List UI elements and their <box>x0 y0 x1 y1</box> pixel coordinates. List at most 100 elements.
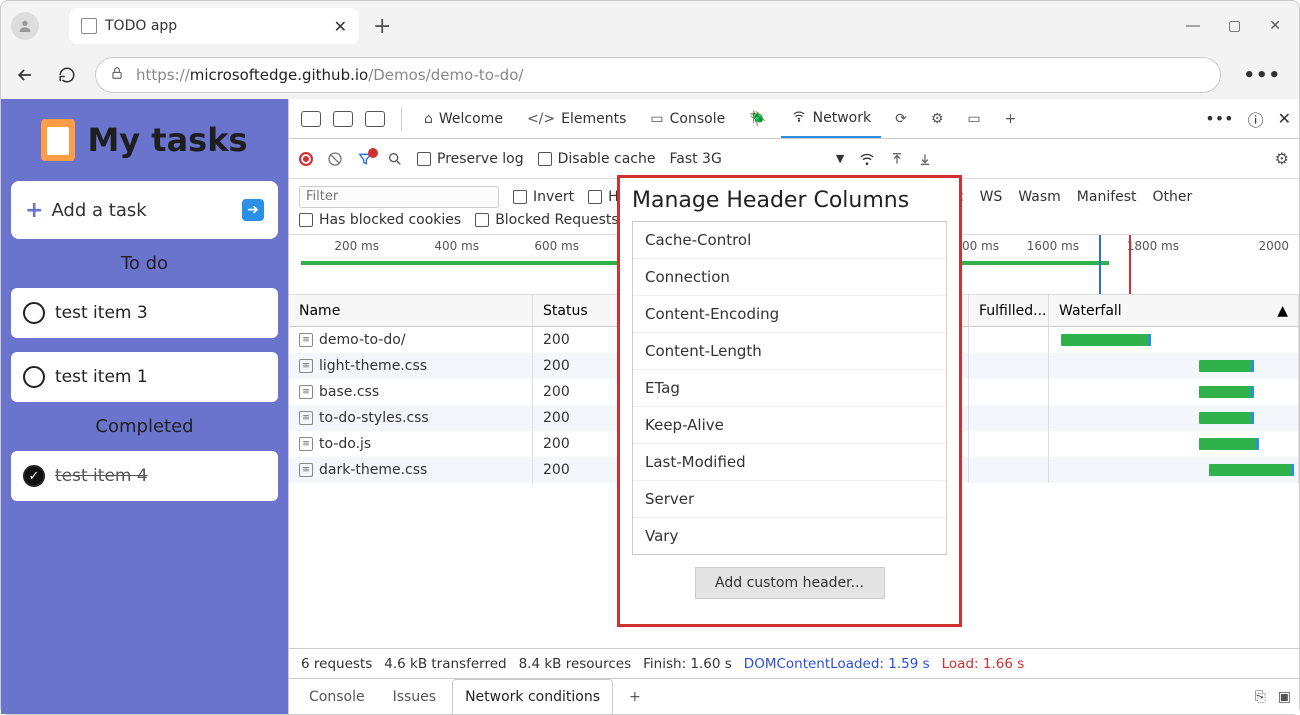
new-tab-button[interactable]: + <box>373 14 391 39</box>
preserve-log-checkbox[interactable]: Preserve log <box>417 151 524 167</box>
checkbox-icon[interactable] <box>23 302 45 324</box>
tab-debug[interactable]: 🪲 <box>739 99 776 138</box>
chevron-down-icon[interactable]: ▼ <box>836 152 844 165</box>
header-column-option[interactable]: Content-Length <box>633 332 946 369</box>
header-column-option[interactable]: Vary <box>633 517 946 554</box>
request-status: 200 <box>533 379 621 405</box>
filter-icon[interactable] <box>357 151 373 167</box>
completed-heading: Completed <box>11 416 278 437</box>
tab-settings[interactable]: ⚙ <box>921 99 954 138</box>
network-status-bar: 6 requests 4.6 kB transferred 8.4 kB res… <box>289 648 1299 678</box>
browser-tab[interactable]: TODO app ✕ <box>69 8 359 44</box>
device-toolbar-icon[interactable] <box>333 111 353 127</box>
lock-icon <box>110 65 124 85</box>
network-settings-icon[interactable]: ⚙ <box>1275 149 1289 168</box>
checkbox-icon[interactable] <box>23 366 45 388</box>
throttle-select[interactable]: Fast 3G <box>669 151 721 167</box>
close-tab-icon[interactable]: ✕ <box>334 17 347 36</box>
maximize-button[interactable]: ▢ <box>1228 18 1241 34</box>
tab-app[interactable]: ▭ <box>957 99 990 138</box>
search-icon[interactable] <box>387 151 403 167</box>
type-filter[interactable]: Other <box>1153 189 1193 205</box>
request-name: to-do-styles.css <box>319 410 429 426</box>
record-button[interactable] <box>299 152 313 166</box>
back-button[interactable] <box>11 61 39 89</box>
column-fulfilled[interactable]: Fulfilled... <box>969 295 1049 326</box>
header-column-option[interactable]: ETag <box>633 369 946 406</box>
minimize-button[interactable]: ― <box>1186 18 1200 34</box>
add-custom-header-button[interactable]: Add custom header... <box>695 567 885 599</box>
drawer-action-icon[interactable]: ⎘ <box>1255 689 1266 705</box>
column-waterfall[interactable]: Waterfall▲ <box>1049 295 1299 326</box>
request-name: light-theme.css <box>319 358 427 374</box>
todo-app: My tasks + Add a task ➜ To do test item … <box>1 99 288 714</box>
gear-icon: ⚙ <box>931 111 944 127</box>
tab-title: TODO app <box>105 18 326 34</box>
header-column-option[interactable]: Content-Encoding <box>633 295 946 332</box>
upload-icon[interactable] <box>890 151 904 167</box>
header-column-option[interactable]: Cache-Control <box>633 221 946 258</box>
tab-welcome[interactable]: ⌂Welcome <box>414 99 513 138</box>
type-filter[interactable]: WS <box>980 189 1003 205</box>
add-task-button[interactable]: + Add a task ➜ <box>11 181 278 239</box>
tab-more[interactable]: + <box>995 99 1027 138</box>
request-status: 200 <box>533 405 621 431</box>
tab-network[interactable]: Network <box>781 99 881 138</box>
dock-icon[interactable] <box>365 111 385 127</box>
header-column-option[interactable]: Connection <box>633 258 946 295</box>
has-blocked-cookies-checkbox[interactable]: Has blocked cookies <box>299 212 461 228</box>
bug-icon: 🪲 <box>749 111 766 127</box>
column-status[interactable]: Status <box>533 295 621 326</box>
checkbox-checked-icon[interactable] <box>23 465 45 487</box>
header-column-option[interactable]: Keep-Alive <box>633 406 946 443</box>
task-item-done[interactable]: test item 4 <box>11 451 278 501</box>
tab-elements[interactable]: </>Elements <box>517 99 636 138</box>
hide-data-checkbox[interactable]: H <box>588 189 619 205</box>
task-item[interactable]: test item 3 <box>11 288 278 338</box>
clear-button[interactable] <box>327 151 343 167</box>
tab-perf[interactable]: ⟳ <box>885 99 917 138</box>
console-icon: ▭ <box>650 111 663 127</box>
download-icon[interactable] <box>918 151 932 167</box>
drawer-expand-icon[interactable]: ▣ <box>1278 689 1291 705</box>
type-filter[interactable]: Wasm <box>1018 189 1060 205</box>
tab-favicon <box>81 18 97 34</box>
file-icon: ≡ <box>299 437 313 451</box>
app-icon: ▭ <box>967 111 980 127</box>
disable-cache-checkbox[interactable]: Disable cache <box>538 151 656 167</box>
task-item[interactable]: test item 1 <box>11 352 278 402</box>
column-name[interactable]: Name <box>289 295 533 326</box>
filter-input[interactable] <box>299 186 499 208</box>
header-column-option[interactable]: Server <box>633 480 946 517</box>
type-filter[interactable]: Manifest <box>1077 189 1137 205</box>
request-name: demo-to-do/ <box>319 332 406 348</box>
elements-icon: </> <box>527 111 555 127</box>
file-icon: ≡ <box>299 333 313 347</box>
more-tools-button[interactable]: ••• <box>1205 109 1233 128</box>
tab-console[interactable]: ▭Console <box>640 99 735 138</box>
drawer-add-tab[interactable]: + <box>617 679 653 714</box>
refresh-button[interactable] <box>53 61 81 89</box>
request-status: 200 <box>533 457 621 483</box>
header-column-option[interactable]: Last-Modified <box>633 443 946 480</box>
address-bar[interactable]: https://microsoftedge.github.io/Demos/de… <box>95 57 1221 93</box>
drawer-tab-console[interactable]: Console <box>297 679 377 714</box>
profile-avatar[interactable] <box>11 12 39 40</box>
invert-checkbox[interactable]: Invert <box>513 189 574 205</box>
network-icon <box>791 109 807 127</box>
wifi-settings-icon[interactable] <box>858 151 876 167</box>
inspect-icon[interactable] <box>301 111 321 127</box>
drawer-tab-network-conditions[interactable]: Network conditions <box>452 679 613 714</box>
plus-icon: + <box>25 198 43 223</box>
browser-menu-button[interactable]: ••• <box>1235 65 1289 86</box>
blocked-requests-checkbox[interactable]: Blocked Requests <box>475 212 618 228</box>
request-name: base.css <box>319 384 379 400</box>
submit-icon[interactable]: ➜ <box>242 199 264 221</box>
drawer-tab-issues[interactable]: Issues <box>381 679 449 714</box>
help-button[interactable]: ⓘ <box>1248 107 1264 131</box>
request-name: dark-theme.css <box>319 462 427 478</box>
close-window-button[interactable]: ✕ <box>1269 18 1281 34</box>
file-icon: ≡ <box>299 463 313 477</box>
sort-icon: ▲ <box>1277 303 1288 319</box>
close-devtools-button[interactable]: ✕ <box>1278 109 1291 128</box>
